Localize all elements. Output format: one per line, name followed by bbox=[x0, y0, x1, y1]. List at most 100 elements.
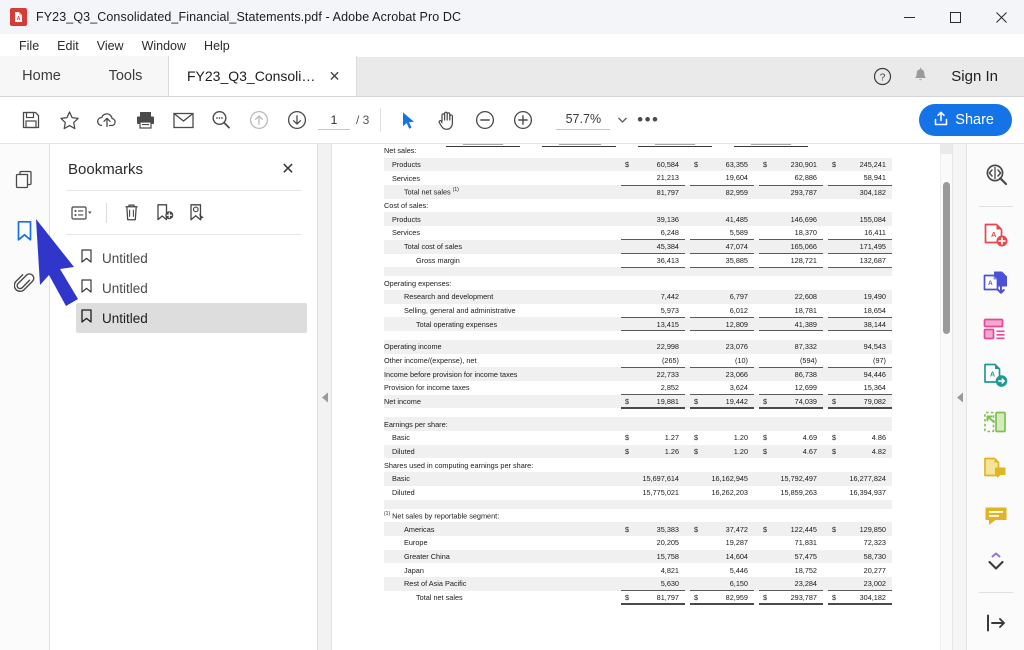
sign-in-button[interactable]: Sign In bbox=[941, 62, 1010, 91]
minimize-button[interactable] bbox=[886, 0, 932, 34]
table-row: Net income$19,881$19,442$74,039$79,082 bbox=[384, 395, 892, 409]
collapse-left-panel-handle[interactable] bbox=[318, 144, 332, 650]
collapse-right-rail-icon[interactable] bbox=[976, 603, 1016, 642]
table-cell-value: 245,241 bbox=[838, 158, 892, 172]
export-pdf-icon[interactable]: A bbox=[976, 356, 1016, 395]
bookmark-options-list-icon[interactable] bbox=[66, 198, 97, 227]
document-viewport[interactable]: Net sales:Products$60,584$63,355$230,901… bbox=[332, 144, 952, 650]
hand-tool-icon[interactable] bbox=[428, 103, 466, 137]
currency-symbol bbox=[621, 381, 631, 395]
row-label: Japan bbox=[384, 563, 621, 577]
edit-bookmark-icon[interactable] bbox=[182, 198, 213, 227]
delete-bookmark-trash-icon[interactable] bbox=[116, 198, 147, 227]
email-icon[interactable] bbox=[164, 103, 202, 137]
currency-symbol bbox=[828, 240, 838, 254]
tab-home[interactable]: Home bbox=[0, 56, 83, 96]
currency-symbol bbox=[759, 290, 769, 304]
previous-page-icon[interactable] bbox=[240, 103, 278, 137]
row-label: (1) Net sales by reportable segment: bbox=[384, 509, 892, 523]
more-tools-chevron-down-icon[interactable] bbox=[976, 543, 1016, 582]
zoom-in-icon[interactable] bbox=[504, 103, 542, 137]
table-cell-value: 45,384 bbox=[631, 240, 685, 254]
divider bbox=[979, 592, 1013, 593]
organize-pages-icon[interactable] bbox=[976, 310, 1016, 349]
menu-help[interactable]: Help bbox=[195, 37, 239, 55]
menu-file[interactable]: File bbox=[10, 37, 48, 55]
chevron-down-icon[interactable] bbox=[614, 112, 630, 128]
print-icon[interactable] bbox=[126, 103, 164, 137]
row-label: Products bbox=[384, 212, 621, 226]
share-button[interactable]: Share bbox=[919, 104, 1012, 136]
add-to-favorites-star-icon[interactable] bbox=[50, 103, 88, 137]
currency-symbol: $ bbox=[621, 591, 631, 605]
currency-symbol bbox=[828, 171, 838, 185]
page-total-label: / 3 bbox=[356, 113, 369, 127]
new-bookmark-icon[interactable] bbox=[149, 198, 180, 227]
fill-and-sign-icon[interactable] bbox=[976, 496, 1016, 535]
combine-files-icon[interactable]: A bbox=[976, 263, 1016, 302]
currency-symbol bbox=[690, 171, 700, 185]
table-cell-value: 16,162,945 bbox=[700, 472, 754, 486]
collapse-right-panel-handle[interactable] bbox=[952, 144, 966, 650]
tab-document[interactable]: FY23_Q3_Consolida... ✕ bbox=[168, 56, 357, 96]
save-icon[interactable] bbox=[12, 103, 50, 137]
bookmark-item[interactable]: Untitled bbox=[76, 303, 307, 333]
currency-symbol bbox=[828, 226, 838, 240]
currency-symbol: $ bbox=[828, 591, 838, 605]
table-cell-value: 18,654 bbox=[838, 304, 892, 318]
currency-symbol bbox=[690, 340, 700, 354]
document-scrollbar[interactable] bbox=[940, 144, 952, 650]
currency-symbol bbox=[759, 185, 769, 199]
currency-symbol bbox=[690, 381, 700, 395]
create-pdf-icon[interactable]: A bbox=[976, 217, 1016, 256]
table-row: Services21,21319,60462,88658,941 bbox=[384, 171, 892, 185]
zoom-level-value[interactable]: 57.7% bbox=[556, 110, 610, 130]
tab-tools[interactable]: Tools bbox=[83, 56, 168, 96]
currency-symbol bbox=[759, 304, 769, 318]
table-cell-value: 14,604 bbox=[700, 550, 754, 564]
title-bar: A FY23_Q3_Consolidated_Financial_Stateme… bbox=[0, 0, 1024, 34]
table-cell-value: 22,608 bbox=[769, 290, 823, 304]
table-cell-value: 35,383 bbox=[631, 522, 685, 536]
menu-view[interactable]: View bbox=[88, 37, 133, 55]
table-cell-value: 5,973 bbox=[631, 304, 685, 318]
select-tool-cursor-icon[interactable] bbox=[390, 103, 428, 137]
row-label: Europe bbox=[384, 536, 621, 550]
next-page-icon[interactable] bbox=[278, 103, 316, 137]
page-number-input[interactable] bbox=[318, 110, 350, 130]
page-thumbnails-icon[interactable] bbox=[8, 162, 42, 196]
upload-to-cloud-icon[interactable] bbox=[88, 103, 126, 137]
attachments-paperclip-icon[interactable] bbox=[8, 266, 42, 300]
currency-symbol bbox=[621, 185, 631, 199]
edit-pdf-icon[interactable] bbox=[976, 403, 1016, 442]
table-row: Greater China15,75814,60457,47558,730 bbox=[384, 550, 892, 564]
more-tools-icon[interactable]: ••• bbox=[630, 105, 666, 135]
menu-window[interactable]: Window bbox=[133, 37, 195, 55]
notifications-bell-icon[interactable] bbox=[903, 59, 937, 93]
bookmark-item[interactable]: Untitled bbox=[76, 273, 307, 303]
bookmarks-icon[interactable] bbox=[8, 214, 42, 248]
currency-symbol bbox=[621, 340, 631, 354]
row-label: Income before provision for income taxes bbox=[384, 367, 621, 381]
search-pdf-icon[interactable] bbox=[976, 156, 1016, 195]
table-row: Total operating expenses13,41512,80941,3… bbox=[384, 317, 892, 331]
comment-pdf-icon[interactable] bbox=[976, 450, 1016, 489]
bookmark-item[interactable]: Untitled bbox=[76, 243, 307, 273]
row-label: Diluted bbox=[384, 486, 621, 500]
help-icon[interactable]: ? bbox=[865, 59, 899, 93]
search-icon[interactable] bbox=[202, 103, 240, 137]
table-row: Basic$1.27$1.20$4.69$4.86 bbox=[384, 431, 892, 445]
zoom-control[interactable]: 57.7% bbox=[556, 110, 630, 130]
table-cell-value: 146,696 bbox=[769, 212, 823, 226]
svg-text:A: A bbox=[990, 372, 995, 379]
close-button[interactable] bbox=[978, 0, 1024, 34]
zoom-out-icon[interactable] bbox=[466, 103, 504, 137]
close-icon[interactable]: ✕ bbox=[277, 158, 299, 180]
maximize-button[interactable] bbox=[932, 0, 978, 34]
scrollbar-thumb[interactable] bbox=[943, 182, 950, 334]
close-icon[interactable]: ✕ bbox=[327, 69, 342, 84]
menu-edit[interactable]: Edit bbox=[48, 37, 88, 55]
table-row: (1) Net sales by reportable segment: bbox=[384, 509, 892, 523]
window-title: FY23_Q3_Consolidated_Financial_Statement… bbox=[36, 10, 461, 24]
table-cell-value: 20,277 bbox=[838, 563, 892, 577]
